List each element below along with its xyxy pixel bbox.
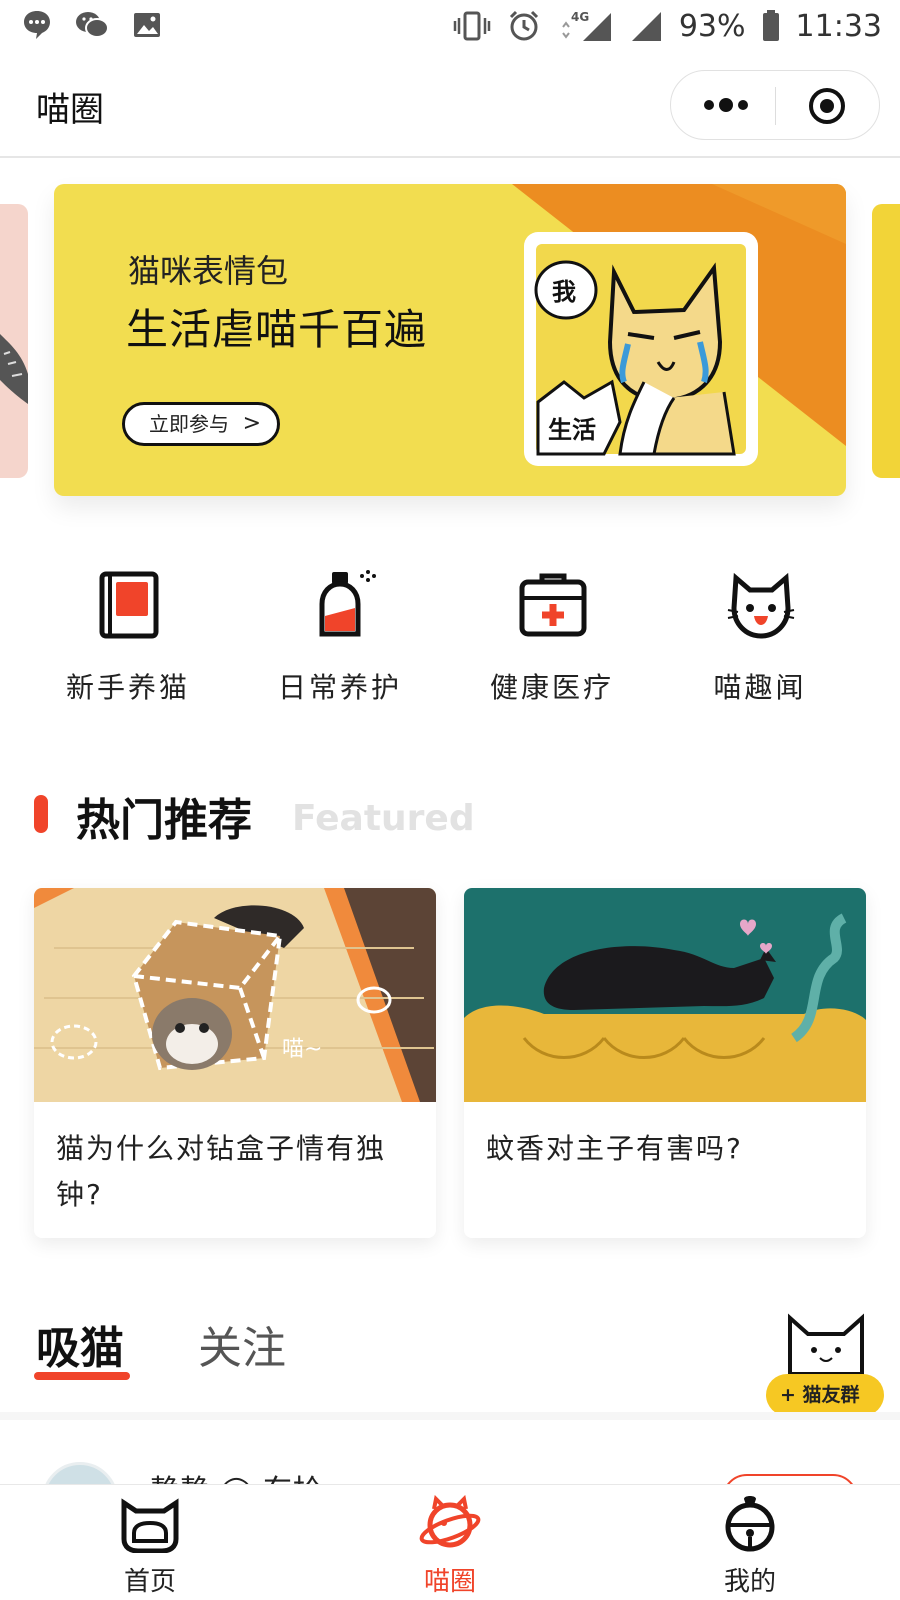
- tab-cat-feed[interactable]: 吸猫: [36, 1312, 124, 1376]
- alarm-icon: [509, 10, 538, 41]
- bell-icon: [725, 1496, 775, 1552]
- battery-icon: [762, 10, 779, 41]
- article-title: 猫为什么对钻盒子情有独钟?: [56, 1132, 387, 1211]
- nav-label: 喵圈: [423, 1567, 476, 1597]
- nav-mine[interactable]: 我的: [600, 1485, 900, 1600]
- category-label: 健康医疗: [489, 671, 614, 704]
- page-title: 喵圈: [36, 90, 104, 130]
- category-label: 喵趣闻: [713, 671, 807, 704]
- category-daily-care[interactable]: 日常养护: [240, 570, 440, 720]
- system-indicators: 4G 93% 11:33: [453, 8, 882, 44]
- more-icon[interactable]: [699, 95, 753, 115]
- cat-in-box-photo: 喵~: [34, 888, 436, 1102]
- category-health[interactable]: 健康医疗: [452, 570, 652, 720]
- chevron-right-icon: >: [242, 411, 261, 436]
- banner-next-peek[interactable]: [872, 204, 900, 478]
- capsule-divider: [775, 87, 776, 125]
- category-label: 新手养猫: [65, 671, 190, 704]
- status-bar: 4G 93% 11:33: [0, 0, 900, 52]
- svg-text:4G: 4G: [571, 10, 589, 24]
- featured-subtitle: Featured: [292, 798, 475, 839]
- medical-kit-icon: [519, 573, 587, 637]
- cat-photo-peek: [0, 334, 28, 404]
- svg-text:喵~: 喵~: [282, 1037, 322, 1062]
- message-icon: [24, 11, 50, 39]
- vibrate-icon: [453, 11, 491, 41]
- spray-bottle-icon: [319, 570, 376, 637]
- banner-subtitle: 猫咪表情包: [128, 252, 289, 290]
- category-new-owner[interactable]: 新手养猫: [28, 570, 228, 720]
- featured-title: 热门推荐: [76, 795, 252, 846]
- section-accent-bar: [34, 795, 48, 833]
- join-now-button[interactable]: 立即参与 >: [122, 402, 280, 446]
- mini-program-capsule: [670, 70, 880, 140]
- nav-home[interactable]: 首页: [0, 1485, 300, 1600]
- category-cat-fun[interactable]: 喵趣闻: [660, 570, 860, 720]
- join-now-label: 立即参与: [149, 412, 229, 436]
- nav-cat-circle[interactable]: 喵圈: [300, 1485, 600, 1600]
- banner-headline: 生活虐喵千百遍: [126, 305, 428, 354]
- signal-4g-icon: 4G: [562, 10, 611, 41]
- active-tab-indicator: [34, 1372, 130, 1380]
- promo-banner[interactable]: 猫咪表情包 生活虐喵千百遍 立即参与 > 我 生活: [54, 184, 846, 496]
- planet-cat-icon: [419, 1495, 481, 1548]
- black-cat-on-sofa-illustration: [464, 888, 866, 1102]
- signal-icon: [631, 12, 661, 41]
- crying-cat-illustration: 我 生活: [534, 244, 746, 456]
- title-bar: 喵圈: [0, 52, 900, 158]
- category-label: 日常养护: [277, 671, 402, 704]
- book-icon: [99, 571, 159, 639]
- wechat-icon: [76, 12, 109, 38]
- category-grid: 新手养猫 日常养护 健康医疗 喵趣闻: [0, 570, 900, 720]
- close-mini-program-icon[interactable]: [807, 86, 847, 126]
- notification-icons: [22, 8, 162, 42]
- article-card-box[interactable]: 喵~ 猫为什么对钻盒子情有独钟?: [34, 888, 436, 1238]
- article-card-mosquito-coil[interactable]: 蚊香对主子有害吗?: [464, 888, 866, 1238]
- clock-time: 11:33: [795, 8, 882, 44]
- nav-label: 首页: [123, 1567, 176, 1597]
- svg-text:生活: 生活: [548, 416, 596, 444]
- battery-percent: 93%: [678, 8, 746, 44]
- feed-separator: [0, 1412, 900, 1420]
- home-cat-icon: [121, 1498, 179, 1553]
- image-icon: [134, 13, 160, 37]
- svg-text:我: 我: [552, 278, 576, 306]
- nav-label: 我的: [723, 1567, 776, 1597]
- banner-prev-peek[interactable]: [0, 204, 28, 478]
- join-cat-group-button[interactable]: + 猫友群: [766, 1374, 884, 1416]
- cat-mascot-icon: [788, 1313, 864, 1376]
- cat-face-icon: [727, 572, 795, 639]
- crying-cat-sticker: 我 生活: [524, 232, 758, 466]
- bottom-navigation: 首页 喵圈 我的: [0, 1484, 900, 1600]
- tab-following[interactable]: 关注: [198, 1312, 286, 1376]
- article-title: 蚊香对主子有害吗?: [486, 1132, 743, 1165]
